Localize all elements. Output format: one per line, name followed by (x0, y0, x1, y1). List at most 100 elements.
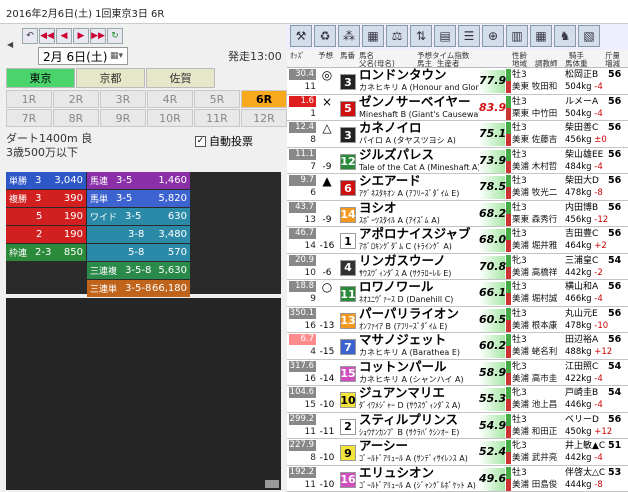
horse-name[interactable]: パーパリライオン (359, 306, 459, 321)
checkbox-check-icon[interactable]: ✓ (195, 135, 206, 147)
tab-race-5[interactable]: 5R (194, 90, 240, 108)
auto-vote-label: 自動投票 (209, 135, 253, 148)
horse-name[interactable]: シエアード (359, 174, 421, 188)
chart-icon[interactable]: ▦ (362, 25, 384, 47)
auto-vote-checkbox[interactable]: ✓ 自動投票 (195, 133, 253, 149)
log-pane (6, 298, 281, 490)
table-row[interactable]: 46.7 14 -16 1 アポロナイスジャブ ｱﾎﾞﾛｷﾝｸﾞﾀﾞﾑ C (ﾄﾗｲﾝｸﾞ… (287, 227, 628, 254)
horse-name[interactable]: スティルプリンス (359, 412, 458, 427)
table-row[interactable]: 192.2 11 -10 16 エリュシオン ｺﾞｰﾙﾄﾞｱﾘｭｰﾙ A (ｼﾞｬﾝｸﾞﾙ… (287, 465, 628, 492)
horse-name[interactable]: コットンパール (359, 359, 447, 374)
table-row[interactable]: 227.9 8 -10 9 アーシー ｺﾞｰﾙﾄﾞｱﾘｭｰﾙ A (ｻﾝﾃﾞｨｻｲﾚﾝｽ … (287, 439, 628, 466)
resize-grip-icon[interactable] (265, 480, 279, 488)
horse-pedigree: パイロ A (タヤスツヨシ A) (359, 136, 456, 145)
tab-race-1[interactable]: 1R (6, 90, 52, 108)
horse-name[interactable]: リンガスウーノ (359, 253, 446, 268)
horse-name[interactable]: ジュアンマリエ (359, 386, 445, 400)
odds-value: 350.1 (289, 307, 316, 319)
index-score: 83.9 (479, 96, 506, 120)
prediction-mark: ◎ (321, 68, 333, 82)
document-icon[interactable]: ▤ (434, 25, 456, 47)
payout-fukusho-1: 複勝 3 390 (6, 190, 86, 207)
book-icon[interactable]: ▥ (506, 25, 528, 47)
index-score: 52.4 (479, 441, 506, 464)
tab-race-8[interactable]: 8R (53, 109, 99, 127)
table-row[interactable]: 350.1 16 -13 13 パーパリライオン ｵﾝﾌｧｲｱ B (ｱﾌﾘｰｽﾞﾀﾞｲﾑ… (287, 306, 628, 333)
trend-value: -10 (319, 479, 335, 490)
export-icon[interactable]: ▧ (578, 25, 600, 47)
sort-icon[interactable]: ⇅ (410, 25, 432, 47)
calendar-icon[interactable]: ▦▾ (110, 51, 123, 61)
table-row[interactable]: 18.8 9 ○ 11 ロワノワール ﾈｵﾕﾆｳﾞｧｰｽ D (Danehill C) 66… (287, 280, 628, 307)
tab-race-2[interactable]: 2R (53, 90, 99, 108)
first-icon[interactable]: ◀◀ (39, 28, 55, 44)
horse-name[interactable]: ロワノワール (359, 280, 433, 294)
horse-name[interactable]: ゼンノサーベイヤー (359, 94, 471, 109)
tab-venue-tokyo[interactable]: 東京 (6, 68, 75, 88)
odds-value: 9.7 (289, 175, 316, 186)
target-icon[interactable]: ⊕ (482, 25, 504, 47)
toolbar: ⚒ ♻ ⁂ ▦ ⚖ ⇅ ▤ ☰ ⊕ ▥ ▦ ♞ ▧ (287, 24, 628, 50)
horse-name[interactable]: アポロナイスジャブ (359, 227, 471, 241)
tools-icon[interactable]: ⚒ (290, 25, 312, 47)
tab-race-10[interactable]: 10R (147, 109, 193, 127)
last-icon[interactable]: ▶▶ (90, 28, 106, 44)
network-icon[interactable]: ⁂ (338, 25, 360, 47)
tab-race-4[interactable]: 4R (147, 90, 193, 108)
table-row[interactable]: 30.4 11 ◎ 3 ロンドンタウン カネヒキリ A (Honour and Glory… (287, 68, 628, 95)
horse-name[interactable]: ロンドンタウン (359, 68, 447, 82)
prediction-mark: ○ (321, 280, 333, 294)
grid-icon[interactable]: ▦ (530, 25, 552, 47)
horse-name[interactable]: ジルズパレス (359, 147, 434, 162)
body-weight: 446kg -4 (565, 400, 603, 410)
table-row[interactable]: 43.7 13 -9 14 ヨシオ ｽﾎﾟｰﾂｽﾀｲﾙ A (ｱｲｽﾞﾑ A) 68.2 牡3… (287, 200, 628, 227)
table-row[interactable]: 11.1 7 -9 12 ジルズパレス Tale of the Cat A (Minesh… (287, 147, 628, 174)
popularity: 11 (304, 426, 316, 437)
horses-icon[interactable]: ♞ (554, 25, 576, 47)
tab-race-6[interactable]: 6R (241, 90, 287, 108)
table-row[interactable]: 317.6 16 -14 15 コットンパール カネヒキリ A (シャンハイ A) 58.9… (287, 359, 628, 386)
index-score: 49.6 (479, 467, 506, 491)
header-trainer: 調教師 (535, 59, 558, 68)
next-icon[interactable]: ▶ (73, 28, 89, 44)
index-score: 73.9 (479, 149, 506, 173)
table-row[interactable]: 299.2 11 -11 2 スティルプリンス ｼｮｳﾅﾝｶﾝﾌﾟ B (ｻｸﾗﾊﾞｸｼﾝ… (287, 412, 628, 439)
prev-icon[interactable]: ◀ (56, 28, 72, 44)
tab-race-12[interactable]: 12R (241, 109, 287, 127)
tab-race-9[interactable]: 9R (100, 109, 146, 127)
horse-name[interactable]: カネノイロ (359, 121, 422, 135)
index-score: 70.8 (479, 255, 506, 279)
horse-name[interactable]: アーシー (359, 439, 408, 453)
table-row[interactable]: 20.9 10 -6 4 リンガスウーノ ｻｳｽｳﾞｨﾝﾀﾞｽ A (ｻｸﾗﾛｰﾚﾙ E)… (287, 253, 628, 280)
scale-icon[interactable]: ⚖ (386, 25, 408, 47)
tab-race-3[interactable]: 3R (100, 90, 146, 108)
sex-age: 牝3 (512, 388, 527, 398)
list-icon[interactable]: ☰ (458, 25, 480, 47)
odds-value: 317.6 (289, 360, 316, 372)
refresh-icon[interactable]: ↶ (22, 28, 38, 44)
horse-number: 12 (340, 153, 356, 170)
horse-name[interactable]: マサノジェット (359, 333, 446, 347)
horse-number: 3 (340, 74, 356, 90)
sex-age: 牡3 (512, 149, 527, 160)
table-row[interactable]: 104.6 15 -10 10 ジュアンマリエ ﾀﾞｲﾜﾒｼﾞｬｰ D (ｻｳｽｳﾞｨﾝﾀ… (287, 386, 628, 413)
date-picker[interactable]: 2月 6日(土) ▦▾ (38, 47, 128, 65)
tab-venue-saga[interactable]: 佐賀 (146, 68, 215, 88)
tab-race-11[interactable]: 11R (194, 109, 240, 127)
trend-value: -9 (322, 214, 332, 225)
table-row[interactable]: 12.4 8 △ 3 カネノイロ パイロ A (タヤスツヨシ A) 75.1 牡3 美東 佐藤吉… (287, 121, 628, 148)
recycle-icon[interactable]: ♻ (314, 25, 336, 47)
horse-name[interactable]: ヨシオ (359, 200, 397, 215)
tab-race-7[interactable]: 7R (6, 109, 52, 127)
reload-icon[interactable]: ↻ (107, 28, 123, 44)
stable-trainer: 美浦 池上昌 (512, 400, 558, 410)
tab-venue-kyoto[interactable]: 京都 (76, 68, 145, 88)
horse-number: 2 (340, 418, 356, 435)
collapse-arrow-icon[interactable]: ◀ (7, 40, 13, 49)
rating-bars (506, 69, 511, 93)
table-row[interactable]: 9.7 6 ▲ 6 シエアード ｱｸﾞﾈｽﾀｷｵﾝ A (ｱﾌﾘｰｽﾞﾀﾞｲﾑ E) 78.… (287, 174, 628, 201)
stable-trainer: 栗東 森秀行 (512, 214, 558, 225)
table-row[interactable]: 6.7 4 -15 7 マサノジェット カネヒキリ A (Barathea E) 60.2 牡… (287, 333, 628, 360)
table-row[interactable]: 1.6 1 × 5 ゼンノサーベイヤー Mineshaft B (Giant's Caus… (287, 94, 628, 121)
horse-name[interactable]: エリュシオン (359, 465, 434, 480)
